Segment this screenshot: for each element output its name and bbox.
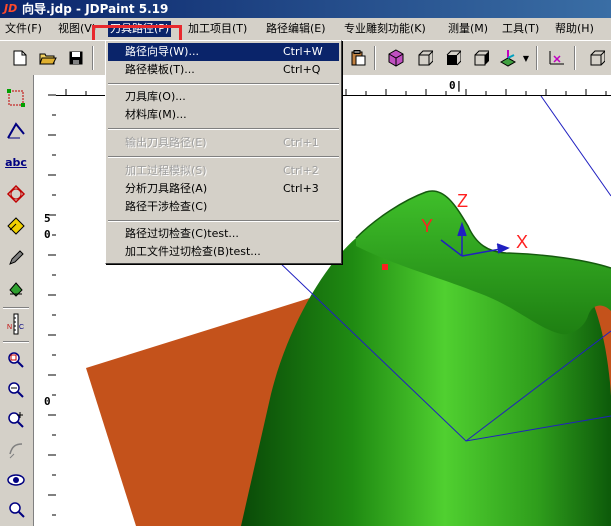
select-rect-icon[interactable] — [3, 85, 29, 111]
zoom-all-icon[interactable] — [3, 497, 29, 523]
pencil-icon[interactable] — [3, 245, 29, 271]
ruler-label: 0 — [44, 395, 51, 408]
menu-path-edit[interactable]: 路径编辑(E) — [264, 21, 328, 37]
paste-icon[interactable] — [346, 46, 370, 70]
menu-item-file-overcut-check[interactable]: 加工文件过切检查(B)test... — [108, 243, 339, 261]
side-view-icon[interactable] — [468, 46, 492, 70]
text-tool-icon[interactable]: abc — [3, 149, 29, 175]
menu-item-label: 加工过程模拟(S) — [125, 164, 207, 177]
zoom-out-icon[interactable] — [3, 377, 29, 403]
menu-item-label: 路径模板(T)... — [125, 63, 195, 76]
menu-item-label: 刀具库(O)... — [125, 90, 186, 103]
menu-item-shortcut: Ctrl+3 — [283, 182, 319, 195]
menu-item-overcut-check[interactable]: 路径过切检查(C)test... — [108, 225, 339, 243]
menu-bar: 文件(F) 视图(V) 刀具路径(P) 加工项目(T) 路径编辑(E) 专业雕刻… — [0, 18, 611, 60]
menu-item-shortcut: Ctrl+2 — [283, 164, 319, 177]
ruler-label: 0 — [44, 228, 51, 241]
eye-view-icon[interactable] — [3, 467, 29, 493]
menu-machining-project[interactable]: 加工项目(T) — [186, 21, 249, 37]
svg-text:N: N — [7, 324, 12, 331]
svg-text:C: C — [19, 324, 24, 331]
title-bar: JD 向导.jdp - JDPaint 5.19 — [0, 0, 611, 18]
toolbar-separator — [374, 46, 376, 70]
menu-item-tool-library[interactable]: 刀具库(O)... — [108, 88, 339, 106]
menu-tools[interactable]: 工具(T) — [500, 21, 541, 37]
menu-item-material-library[interactable]: 材料库(M)... — [108, 106, 339, 124]
menu-item-label: 加工文件过切检查(B)test... — [125, 245, 261, 258]
menu-item-label: 路径干涉检查(C) — [125, 200, 208, 213]
shaded-view-icon[interactable] — [384, 46, 408, 70]
menu-separator — [108, 220, 339, 222]
menu-engraving[interactable]: 专业雕刻功能(K) — [342, 21, 428, 37]
coordinate-axis-icon[interactable] — [544, 46, 568, 70]
menu-item-interference-check[interactable]: 路径干涉检查(C) — [108, 198, 339, 216]
x-axis-label: X — [516, 232, 529, 252]
menu-separator — [108, 83, 339, 85]
open-folder-icon[interactable] — [36, 46, 60, 70]
menu-item-label: 路径向导(W)... — [125, 45, 199, 58]
z-axis-label: Z — [457, 191, 468, 211]
menu-file[interactable]: 文件(F) — [3, 21, 44, 37]
menu-item-label: 分析刀具路径(A) — [125, 182, 208, 195]
toolbar-separator — [92, 46, 94, 70]
bounding-frame-top — [540, 96, 611, 197]
toolpath-dropdown-menu: 路径向导(W)... Ctrl+W 路径模板(T)... Ctrl+Q 刀具库(… — [105, 40, 342, 264]
menu-item-simulation[interactable]: 加工过程模拟(S) Ctrl+2 — [108, 162, 339, 180]
zoom-window-icon[interactable] — [3, 347, 29, 373]
menu-item-path-template[interactable]: 路径模板(T)... Ctrl+Q — [108, 61, 339, 79]
view-direction-icon[interactable] — [496, 46, 520, 70]
menu-item-label: 材料库(M)... — [125, 108, 187, 121]
menu-item-shortcut: Ctrl+W — [283, 45, 323, 58]
toolbar-separator — [536, 46, 538, 70]
surface-tool-icon[interactable] — [3, 277, 29, 303]
menu-item-output-toolpath[interactable]: 输出刀具路径(E) Ctrl+1 — [108, 134, 339, 152]
dropdown-arrow-icon[interactable]: ▼ — [520, 46, 532, 70]
save-icon[interactable] — [64, 46, 88, 70]
menu-measure[interactable]: 测量(M) — [446, 21, 490, 37]
polyline-icon[interactable] — [3, 117, 29, 143]
pan-view-icon[interactable] — [3, 437, 29, 463]
menu-item-label: 路径过切检查(C)test... — [125, 227, 239, 240]
front-view-icon[interactable] — [440, 46, 464, 70]
menu-item-analyze-toolpath[interactable]: 分析刀具路径(A) Ctrl+3 — [108, 180, 339, 198]
menu-item-path-wizard[interactable]: 路径向导(W)... Ctrl+W — [108, 43, 339, 61]
zoom-in-icon[interactable] — [3, 407, 29, 433]
box-view-icon[interactable] — [584, 46, 608, 70]
window-title: 向导.jdp - JDPaint 5.19 — [22, 2, 169, 16]
ruler-label: 5 — [44, 212, 51, 225]
origin-marker — [382, 264, 388, 270]
ruler-label: 0| — [449, 79, 463, 92]
vertical-ruler: 5 0 0 — [34, 75, 57, 526]
menu-item-shortcut: Ctrl+1 — [283, 136, 319, 149]
menu-help[interactable]: 帮助(H) — [553, 21, 596, 37]
menu-separator — [108, 128, 339, 130]
left-toolbar: abc NC — [0, 75, 34, 526]
new-file-icon[interactable] — [8, 46, 32, 70]
left-toolbar-separator — [3, 341, 29, 343]
measure-tool-icon[interactable]: NC — [3, 311, 29, 337]
node-edit-icon[interactable] — [3, 213, 29, 239]
toolbar-separator — [574, 46, 576, 70]
app-icon: JD — [4, 2, 18, 15]
menu-separator — [108, 156, 339, 158]
y-axis-label: Y — [421, 216, 434, 236]
menu-item-label: 输出刀具路径(E) — [125, 136, 207, 149]
left-toolbar-separator — [3, 307, 29, 309]
menu-item-shortcut: Ctrl+Q — [283, 63, 321, 76]
wireframe-view-icon[interactable] — [412, 46, 436, 70]
shape-tool-icon[interactable] — [3, 181, 29, 207]
